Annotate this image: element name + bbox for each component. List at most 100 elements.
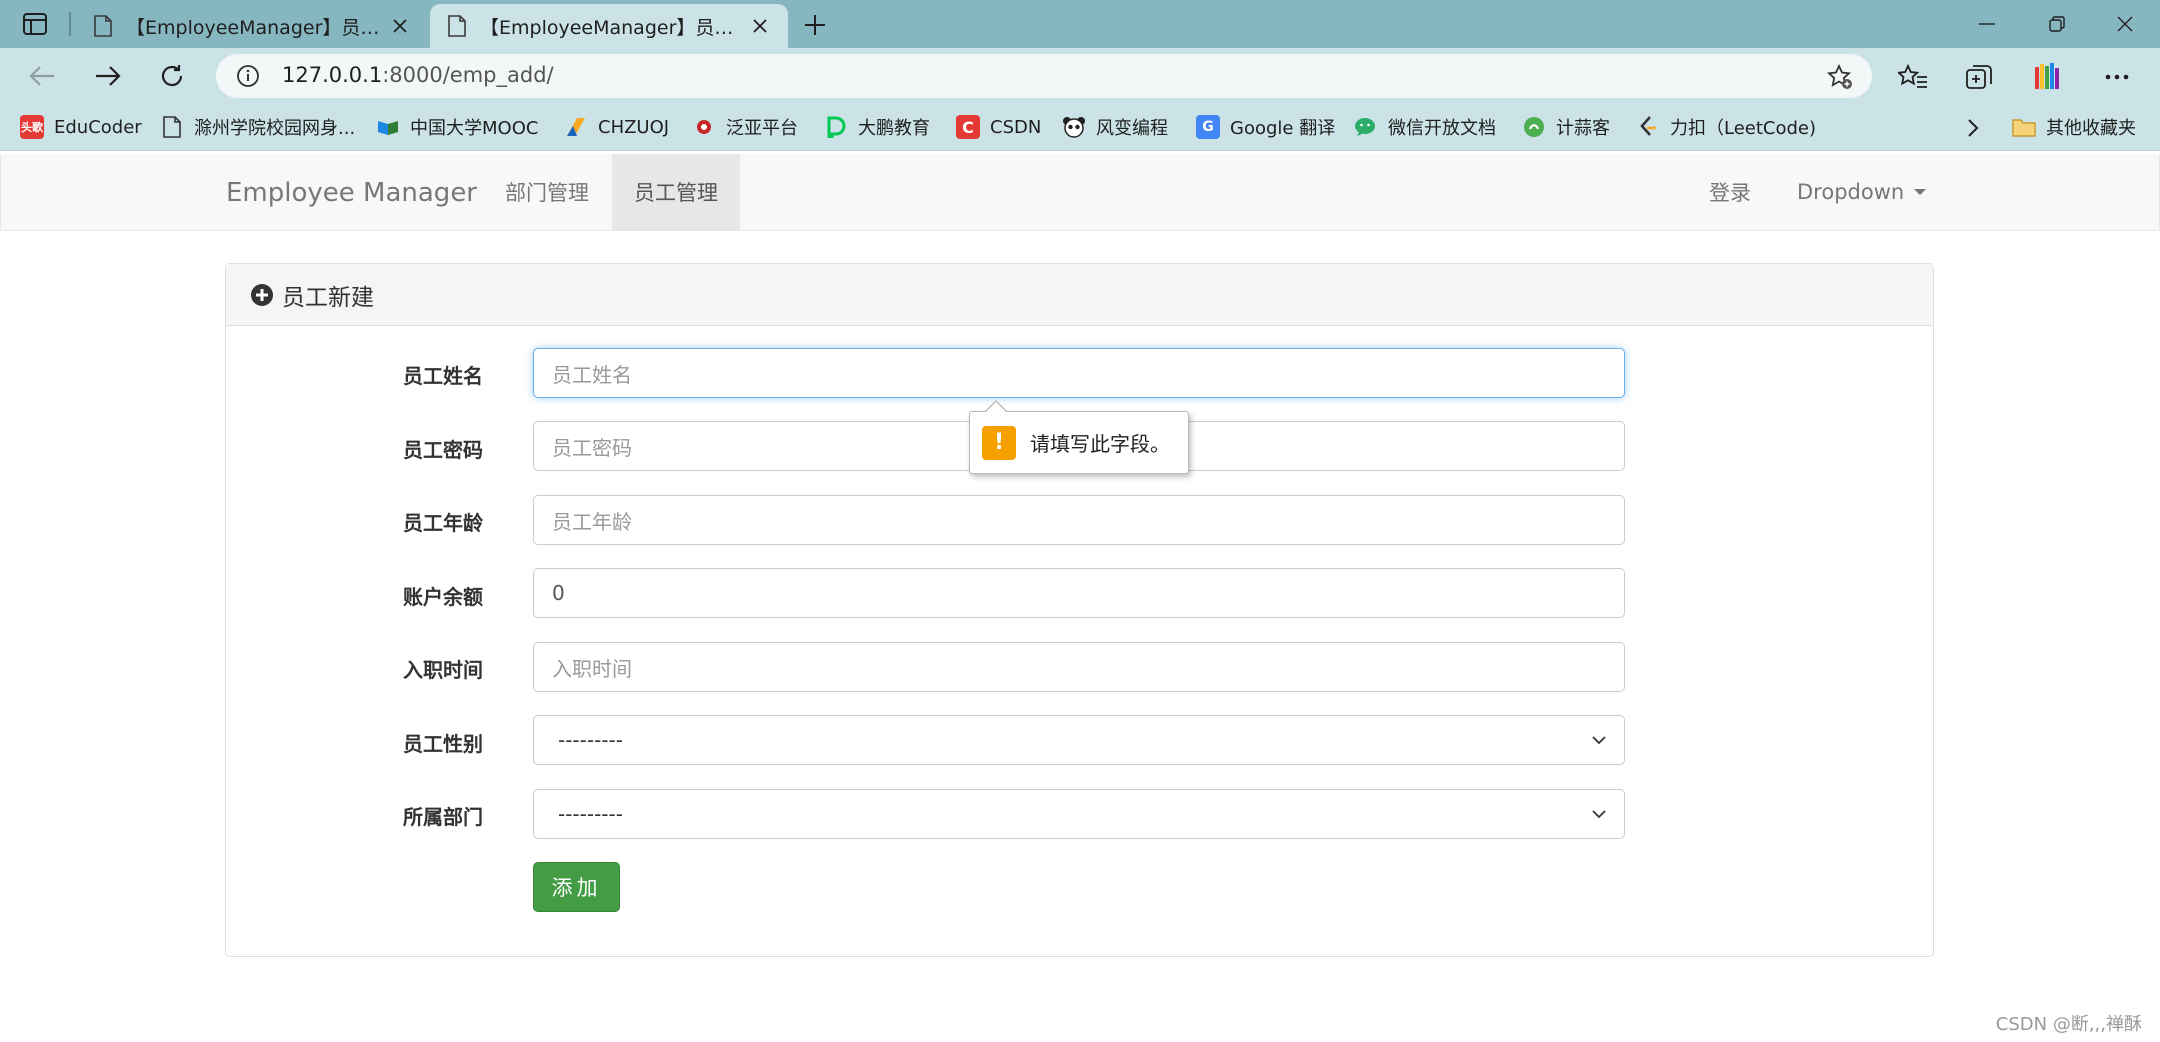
csdn-icon: C (956, 115, 980, 139)
bookmark-google-translate[interactable]: G Google 翻译 (1196, 113, 1335, 141)
bookmark-wechat-docs[interactable]: 微信开放文档 (1354, 113, 1496, 141)
bookmark-label: 泛亚平台 (726, 118, 798, 139)
bookmark-fanya[interactable]: 泛亚平台 (692, 113, 798, 141)
navbar-brand[interactable]: Employee Manager (226, 178, 477, 208)
chevron-down-icon (1592, 735, 1606, 744)
nav-department[interactable]: 部门管理 (483, 154, 611, 230)
department-select[interactable]: --------- (533, 789, 1625, 839)
more-options-icon[interactable] (2100, 60, 2134, 94)
leetcode-icon (1636, 115, 1660, 139)
tab-separator (69, 12, 71, 36)
bookmark-label: 计蒜客 (1556, 118, 1610, 139)
dropdown-label: Dropdown (1797, 180, 1905, 204)
bookmark-label: 其他收藏夹 (2046, 118, 2136, 139)
nav-dropdown[interactable]: Dropdown (1775, 154, 1948, 230)
bookmark-fengbian[interactable]: 风变编程 (1062, 113, 1168, 141)
age-input[interactable]: 员工年龄 (533, 495, 1625, 545)
bookmark-mooc[interactable]: 中国大学MOOC (376, 113, 538, 141)
bookmark-other-folder[interactable]: 其他收藏夹 (2012, 113, 2136, 141)
bookmark-label: 微信开放文档 (1388, 118, 1496, 139)
caret-down-icon (1914, 189, 1927, 195)
placeholder: 员工姓名 (552, 362, 632, 387)
tab-employee-list[interactable]: 【EmployeeManager】员工列表 (76, 4, 428, 48)
nav-login[interactable]: 登录 (1687, 154, 1773, 230)
bookmark-label: 力扣（LeetCode) (1670, 118, 1817, 139)
minimize-icon[interactable] (1960, 6, 2014, 42)
bookmark-label: 滁州学院校园网身... (194, 118, 356, 139)
collections-icon[interactable] (1962, 60, 1996, 94)
add-button[interactable]: 添加 (533, 862, 620, 912)
placeholder: 员工密码 (552, 435, 632, 460)
label-password: 员工密码 (403, 438, 483, 462)
tab-employee-add[interactable]: 【EmployeeManager】员工新建 (430, 4, 788, 48)
new-tab-icon[interactable] (800, 10, 830, 40)
jisuanke-icon (1522, 115, 1546, 139)
refresh-icon[interactable] (152, 58, 192, 94)
browser-tab-bar: 【EmployeeManager】员工列表 【EmployeeManager】员… (0, 0, 2160, 48)
wechat-icon (1354, 115, 1378, 139)
tab-actions-icon[interactable] (20, 10, 50, 38)
panel-title: 员工新建 (282, 284, 374, 311)
page-navbar: Employee Manager 部门管理 员工管理 登录 Dropdown (0, 154, 2160, 231)
bookmark-label: 风变编程 (1096, 118, 1168, 139)
add-favorite-icon[interactable] (1826, 63, 1854, 91)
bookmark-label: 大鹏教育 (858, 118, 930, 139)
chevron-down-icon (1592, 809, 1606, 818)
folder-icon (2012, 115, 2036, 139)
browser-toolbar: 127.0.0.1:8000/emp_add/ (0, 48, 2160, 104)
restore-icon[interactable] (2030, 6, 2084, 42)
gender-select[interactable]: --------- (533, 715, 1625, 765)
validation-tooltip: ! 请填写此字段。 (969, 400, 1189, 474)
bookmark-campus-network[interactable]: 滁州学院校园网身... (160, 113, 355, 141)
info-icon[interactable] (236, 64, 260, 88)
favorites-icon[interactable] (1896, 60, 1930, 94)
bookmark-dapeng[interactable]: 大鹏教育 (824, 113, 930, 141)
bookmark-leetcode[interactable]: 力扣（LeetCode) (1636, 113, 1816, 141)
page-icon (448, 15, 466, 37)
bookmarks-bar: 头歌 EduCoder 滁州学院校园网身... 中国大学MOOC CHZUOJ … (0, 104, 2160, 151)
forward-icon[interactable] (88, 58, 128, 94)
bookmark-chzuoj[interactable]: CHZUOJ (564, 113, 669, 141)
page-icon (160, 115, 184, 139)
educoder-icon: 头歌 (20, 115, 44, 139)
selected-value: --------- (558, 802, 623, 826)
window-close-icon[interactable] (2098, 6, 2152, 42)
bookmark-label: CSDN (990, 116, 1042, 138)
balance-input[interactable]: 0 (533, 568, 1625, 618)
bookmark-label: 中国大学MOOC (410, 118, 539, 139)
google-translate-icon: G (1196, 115, 1220, 139)
close-icon[interactable] (748, 14, 772, 38)
dapeng-icon (824, 115, 848, 139)
hire-date-input[interactable]: 入职时间 (533, 642, 1625, 692)
panel-heading: 员工新建 (226, 264, 1933, 326)
page-icon (94, 15, 112, 37)
extension-icon[interactable] (2030, 60, 2064, 94)
bookmark-educoder[interactable]: 头歌 EduCoder (20, 113, 142, 141)
label-gender: 员工性别 (403, 732, 483, 756)
selected-value: --------- (558, 728, 623, 752)
name-input[interactable]: 员工姓名 (533, 348, 1625, 398)
back-icon[interactable] (22, 58, 62, 94)
tab-title: 【EmployeeManager】员工新建 (480, 16, 740, 39)
close-icon[interactable] (388, 14, 412, 38)
chevron-right-icon[interactable] (1960, 115, 1986, 141)
label-department: 所属部门 (403, 805, 483, 829)
bookmark-label: Google 翻译 (1230, 118, 1336, 139)
fanya-icon (692, 115, 716, 139)
tooltip-message: 请填写此字段。 (1030, 432, 1170, 456)
bookmark-label: EduCoder (54, 116, 142, 138)
plus-circle-icon (251, 283, 273, 306)
url-text[interactable]: 127.0.0.1:8000/emp_add/ (282, 63, 554, 87)
label-hire-date: 入职时间 (403, 658, 483, 682)
input-value: 0 (552, 581, 565, 605)
nav-employee[interactable]: 员工管理 (612, 154, 740, 230)
bookmark-csdn[interactable]: C CSDN (956, 113, 1041, 141)
bookmark-jisuanke[interactable]: 计蒜客 (1522, 113, 1610, 141)
address-bar[interactable]: 127.0.0.1:8000/emp_add/ (216, 54, 1872, 98)
warning-icon: ! (982, 425, 1016, 460)
watermark: CSDN @断,,,禅酥 (1995, 1014, 2142, 1035)
mooc-icon (376, 115, 400, 139)
label-name: 员工姓名 (403, 364, 483, 388)
panda-icon (1062, 115, 1086, 139)
bookmark-label: CHZUOJ (598, 116, 670, 138)
